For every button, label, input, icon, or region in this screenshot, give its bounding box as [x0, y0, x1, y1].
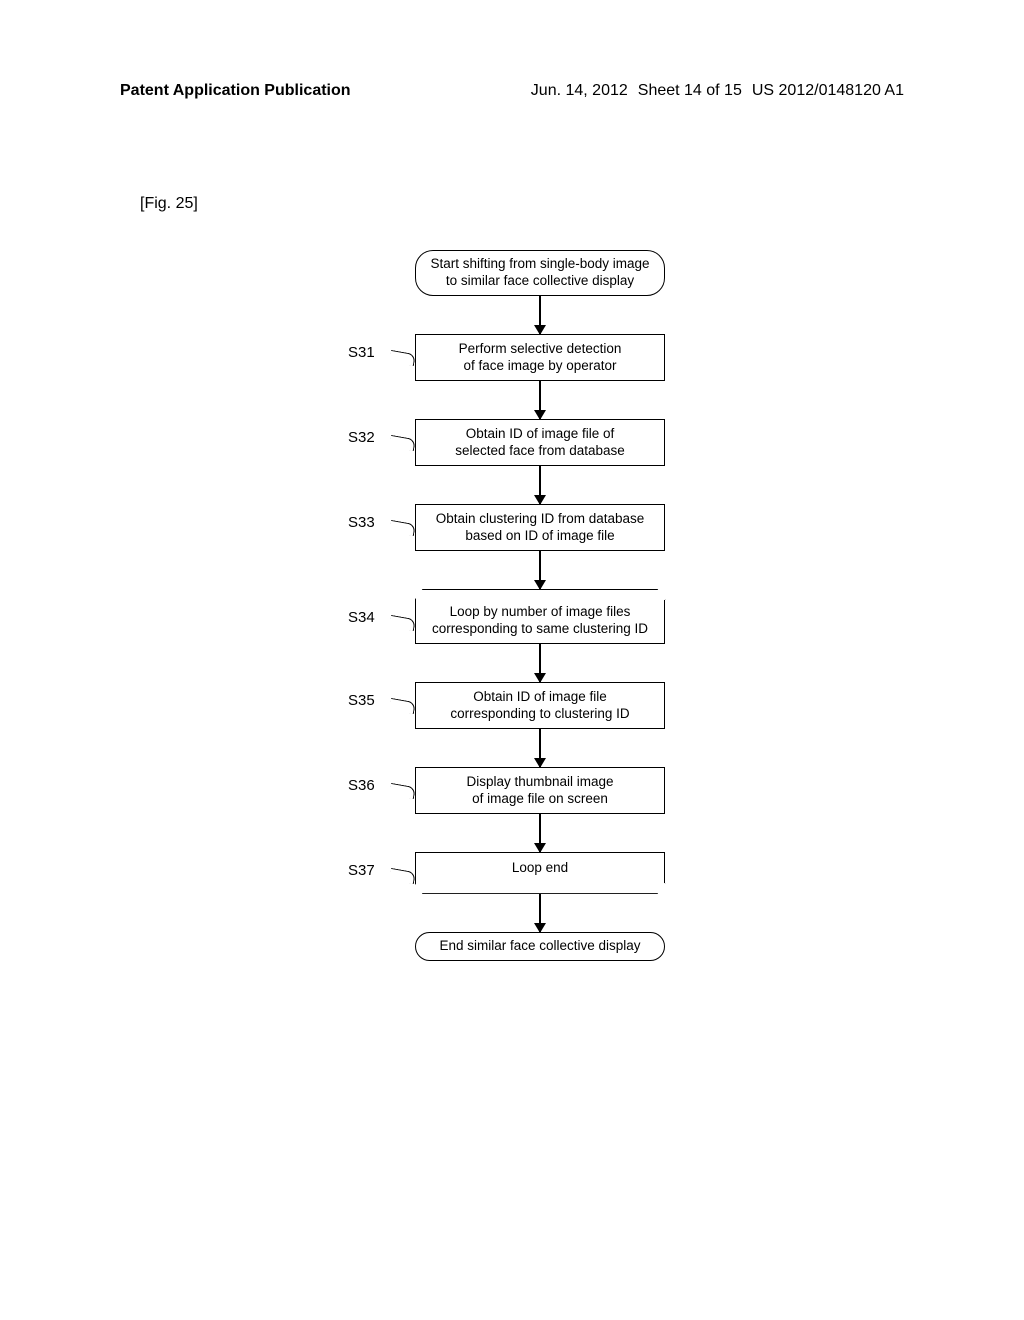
process-box: Obtain ID of image filecorresponding to …: [415, 682, 665, 729]
step-s37: S37 Loop end: [350, 852, 750, 884]
step-label: S33: [348, 514, 375, 531]
step-text: Obtain ID of image file ofselected face …: [455, 426, 625, 459]
arrow-icon: [539, 894, 541, 932]
step-s36: S36 Display thumbnail imageof image file…: [350, 767, 750, 814]
step-text: Loop end: [512, 860, 568, 875]
arrow-icon: [539, 644, 541, 682]
end-text: End similar face collective display: [439, 938, 640, 953]
step-s34: S34 Loop by number of image filescorresp…: [350, 599, 750, 644]
process-box: Obtain clustering ID from databasebased …: [415, 504, 665, 551]
figure-label: [Fig. 25]: [140, 195, 198, 213]
flowchart: Start shifting from single-body imageto …: [350, 250, 750, 961]
loop-start-box: Loop by number of image filescorrespondi…: [415, 599, 665, 644]
step-s35: S35 Obtain ID of image filecorresponding…: [350, 682, 750, 729]
header-sheet: Sheet 14 of 15: [638, 82, 742, 100]
connector-icon: [389, 350, 416, 366]
arrow-icon: [539, 466, 541, 504]
step-label: S31: [348, 344, 375, 361]
step-text: Display thumbnail imageof image file on …: [466, 774, 613, 807]
start-text: Start shifting from single-body imageto …: [430, 256, 649, 288]
loop-end-box: Loop end: [415, 852, 665, 884]
process-box: Perform selective detectionof face image…: [415, 334, 665, 381]
step-text: Obtain clustering ID from databasebased …: [436, 511, 645, 544]
connector-icon: [389, 520, 416, 536]
arrow-icon: [539, 296, 541, 334]
connector-icon: [389, 615, 416, 631]
connector-icon: [389, 868, 416, 884]
connector-icon: [389, 783, 416, 799]
arrow-icon: [539, 729, 541, 767]
arrow-icon: [539, 381, 541, 419]
header-pubno: US 2012/0148120 A1: [752, 82, 904, 100]
arrow-icon: [539, 551, 541, 589]
arrow-icon: [539, 814, 541, 852]
page-header: Patent Application Publication Jun. 14, …: [0, 82, 1024, 100]
connector-icon: [389, 435, 416, 451]
step-text: Loop by number of image filescorrespondi…: [432, 604, 648, 636]
step-text: Obtain ID of image filecorresponding to …: [450, 689, 629, 722]
step-label: S35: [348, 692, 375, 709]
header-date: Jun. 14, 2012: [531, 82, 628, 100]
connector-icon: [389, 698, 416, 714]
header-publication: Patent Application Publication: [120, 82, 351, 100]
flowchart-start: Start shifting from single-body imageto …: [415, 250, 665, 296]
step-label: S36: [348, 777, 375, 794]
process-box: Display thumbnail imageof image file on …: [415, 767, 665, 814]
flowchart-end: End similar face collective display: [415, 932, 665, 961]
step-label: S32: [348, 429, 375, 446]
header-meta: Jun. 14, 2012 Sheet 14 of 15 US 2012/014…: [531, 82, 904, 100]
step-s33: S33 Obtain clustering ID from databaseba…: [350, 504, 750, 551]
step-text: Perform selective detectionof face image…: [459, 341, 622, 374]
step-s32: S32 Obtain ID of image file ofselected f…: [350, 419, 750, 466]
step-label: S34: [348, 609, 375, 626]
process-box: Obtain ID of image file ofselected face …: [415, 419, 665, 466]
step-label: S37: [348, 862, 375, 879]
step-s31: S31 Perform selective detectionof face i…: [350, 334, 750, 381]
